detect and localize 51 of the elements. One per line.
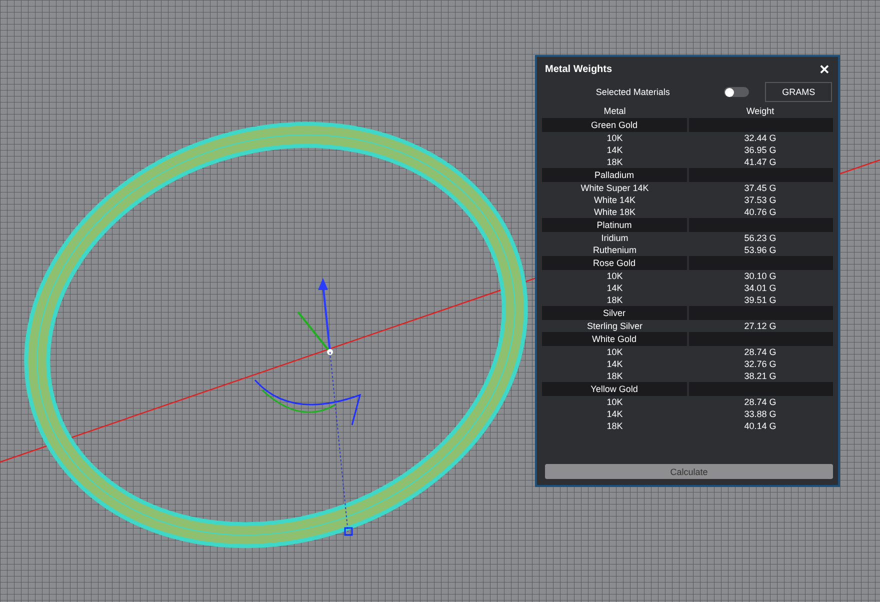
group-header-cell: Rose Gold: [542, 256, 686, 270]
group-header-cell: Silver: [542, 306, 686, 320]
weight-cell-text: 28.74 G: [743, 397, 778, 407]
metal-cell-text: White 14K: [592, 195, 637, 205]
weight-cell-text: 30.10 G: [743, 271, 778, 281]
weight-cell-text: 39.51 G: [743, 295, 778, 305]
weight-cell-text: 33.88 G: [743, 409, 778, 419]
weight-cell-text: 37.53 G: [743, 195, 778, 205]
metal-cell-text: 18K: [606, 157, 624, 167]
weight-cell-text: 53.96 G: [743, 245, 778, 255]
metal-cell-text: 10K: [606, 271, 624, 281]
weight-cell-text: 38.21 G: [743, 371, 778, 381]
metal-cell-text: 14K: [606, 359, 624, 369]
weight-cell-text: 32.44 G: [743, 133, 778, 143]
group-header-cell: Palladium: [542, 168, 686, 182]
metal-cell-text: 14K: [606, 145, 624, 155]
weight-cell-text: 41.47 G: [743, 157, 778, 167]
weight-cell-text: 40.76 G: [743, 207, 778, 217]
metal-cell-text: Sterling Silver: [586, 321, 644, 331]
calculate-button[interactable]: Calculate: [545, 464, 833, 479]
selected-materials-toggle[interactable]: [724, 87, 750, 97]
panel-title: Metal Weights: [545, 64, 612, 75]
weight-cell-text: 36.95 G: [743, 145, 778, 155]
column-header: Weight: [745, 106, 776, 116]
units-button[interactable]: GRAMS: [765, 82, 832, 102]
metal-cell-text: 18K: [606, 371, 624, 381]
weight-cell-text: 37.45 G: [743, 183, 778, 193]
metal-cell-text: Ruthenium: [592, 245, 638, 255]
selected-materials-label: Selected Materials: [594, 87, 671, 97]
weight-cell-text: 40.14 G: [743, 421, 778, 431]
metal-cell-text: 18K: [606, 421, 624, 431]
weight-cell-text: 32.76 G: [743, 359, 778, 369]
group-header-cell: Platinum: [542, 218, 686, 232]
metal-cell-text: Iridium: [600, 233, 630, 243]
group-header-cell: Yellow Gold: [542, 382, 686, 396]
close-button[interactable]: ✕: [819, 63, 830, 76]
metal-cell-text: 10K: [606, 347, 624, 357]
weight-cell-text: 27.12 G: [743, 321, 778, 331]
metal-cell-text: 14K: [606, 283, 624, 293]
group-header-cell: White Gold: [542, 332, 686, 346]
metal-cell-text: 10K: [606, 397, 624, 407]
metal-cell-text: White 18K: [592, 207, 637, 217]
metal-cell-text: 10K: [606, 133, 624, 143]
weight-cell-text: 28.74 G: [743, 347, 778, 357]
metal-cell-text: White Super 14K: [580, 183, 650, 193]
metal-cell-text: 14K: [606, 409, 624, 419]
column-header: Metal: [602, 106, 627, 116]
metal-cell-text: 18K: [606, 295, 624, 305]
group-header-cell: Green Gold: [542, 118, 686, 132]
weight-cell-text: 56.23 G: [743, 233, 778, 243]
weight-cell-text: 34.01 G: [743, 283, 778, 293]
